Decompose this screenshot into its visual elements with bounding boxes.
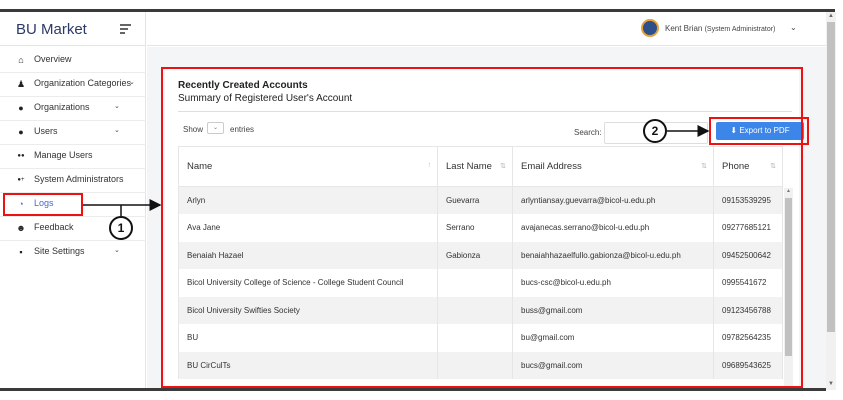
brand-bar: BU Market bbox=[0, 12, 146, 46]
sidebar-item-label: System Administrators bbox=[34, 174, 124, 184]
top-border bbox=[0, 0, 843, 12]
scroll-up-icon[interactable]: ▲ bbox=[827, 12, 835, 20]
sidebar-item-site-settings[interactable]: ▪ Site Settings ⌄ bbox=[0, 241, 146, 263]
user-role: (System Administrator) bbox=[704, 26, 776, 33]
shirt-icon: ♟ bbox=[16, 79, 26, 89]
sidebar-item-organizations[interactable]: ● Organizations ⌄ bbox=[0, 97, 146, 119]
smile-icon: ☻ bbox=[16, 223, 26, 233]
menu-toggle-icon[interactable] bbox=[120, 24, 131, 34]
sidebar-item-label: Users bbox=[34, 126, 58, 136]
sidebar-item-system-administrators[interactable]: ●+ System Administrators bbox=[0, 169, 146, 191]
sidebar-item-label: Organization Categories bbox=[34, 78, 132, 88]
page-scroll-thumb[interactable] bbox=[827, 22, 835, 332]
user-name: Kent Brian bbox=[665, 24, 703, 33]
scroll-down-icon[interactable]: ▼ bbox=[827, 380, 835, 388]
card-highlight-box bbox=[161, 67, 803, 388]
settings-icon: ▪ bbox=[19, 247, 23, 257]
sidebar-item-overview[interactable]: ⌂ Overview bbox=[0, 49, 146, 71]
chevron-down-icon: ⌄ bbox=[114, 247, 120, 254]
user-avatar[interactable] bbox=[641, 19, 659, 37]
home-icon: ⌂ bbox=[18, 55, 24, 65]
logs-highlight-box bbox=[3, 193, 83, 216]
page-scrollbar[interactable]: ▲ ▼ bbox=[826, 12, 836, 390]
sidebar-item-users[interactable]: ● Users ⌄ bbox=[0, 121, 146, 143]
users-icon: ●● bbox=[17, 153, 25, 159]
chevron-down-icon: ⌄ bbox=[129, 79, 135, 86]
user-icon: ● bbox=[18, 127, 24, 137]
user-menu-chevron-icon[interactable]: ⌄ bbox=[790, 23, 797, 32]
sidebar-item-manage-users[interactable]: ●● Manage Users bbox=[0, 145, 146, 167]
chevron-down-icon: ⌄ bbox=[114, 127, 120, 134]
user-icon: ● bbox=[18, 103, 24, 113]
brand-name[interactable]: BU Market bbox=[16, 21, 87, 38]
sidebar-item-label: Organizations bbox=[34, 102, 90, 112]
sidebar-item-label: Feedback bbox=[34, 222, 74, 232]
callout-2: 2 bbox=[643, 119, 667, 143]
bottom-border bbox=[0, 388, 826, 391]
callout-1: 1 bbox=[109, 216, 133, 240]
sidebar-item-label: Site Settings bbox=[34, 246, 85, 256]
user-plus-icon: ●+ bbox=[17, 177, 25, 183]
sidebar-item-label: Manage Users bbox=[34, 150, 93, 160]
sidebar-item-label: Overview bbox=[34, 54, 72, 64]
sidebar-item-organization-categories[interactable]: ♟ Organization Categories ⌄ bbox=[0, 73, 146, 95]
chevron-down-icon: ⌄ bbox=[114, 103, 120, 110]
top-header: Kent Brian (System Administrator) ⌄ bbox=[147, 12, 826, 46]
user-info[interactable]: Kent Brian (System Administrator) bbox=[665, 24, 775, 33]
